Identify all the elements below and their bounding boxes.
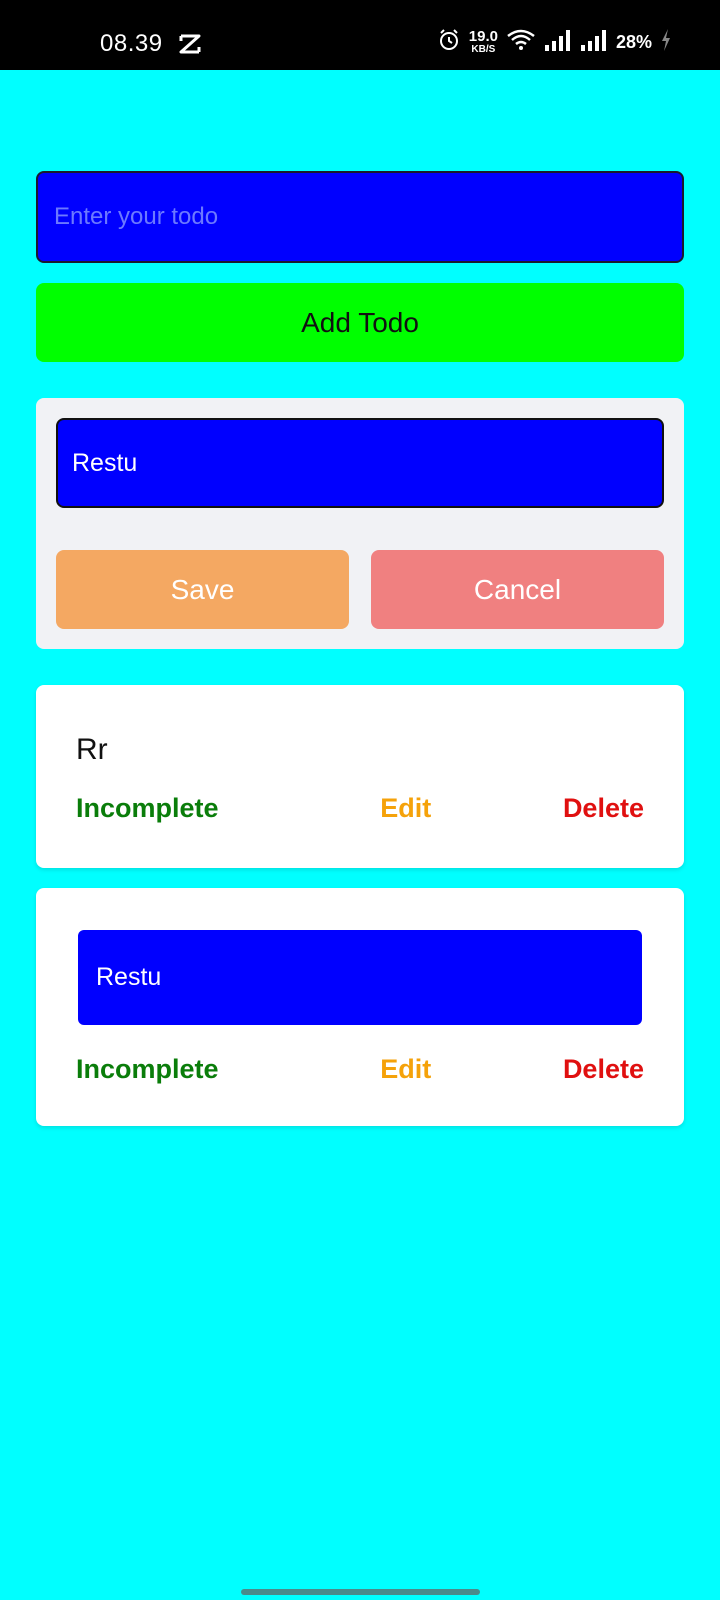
network-speed-value: 19.0 <box>468 28 498 45</box>
battery-level: 28% <box>615 31 652 52</box>
edit-button[interactable]: Edit <box>380 793 431 824</box>
delete-button[interactable]: Delete <box>563 793 644 824</box>
capcut-icon <box>178 33 202 55</box>
add-todo-button[interactable]: Add Todo <box>36 283 684 362</box>
cancel-button[interactable]: Cancel <box>371 550 664 629</box>
signal-icon <box>580 29 608 56</box>
todo-edit-input[interactable] <box>78 930 642 1025</box>
incomplete-toggle[interactable]: Incomplete <box>76 1054 219 1085</box>
delete-button[interactable]: Delete <box>563 1054 644 1085</box>
network-speed: 19.0 KB/S <box>469 29 498 55</box>
signal-icon <box>544 29 572 56</box>
edit-todo-input[interactable] <box>56 418 664 508</box>
edit-panel: Save Cancel <box>36 398 684 649</box>
todo-input[interactable] <box>36 171 684 263</box>
todo-card: Rr Incomplete Edit Delete <box>36 685 684 868</box>
save-button[interactable]: Save <box>56 550 349 629</box>
status-icons: 19.0 KB/S 28% <box>437 28 672 56</box>
home-indicator[interactable] <box>241 1589 480 1595</box>
edit-button[interactable]: Edit <box>380 1054 431 1085</box>
todo-actions: Incomplete Edit Delete <box>76 793 644 824</box>
todo-actions: Incomplete Edit Delete <box>76 1054 644 1085</box>
charging-icon <box>660 28 672 57</box>
incomplete-toggle[interactable]: Incomplete <box>76 793 219 824</box>
todo-text: Rr <box>76 733 108 766</box>
alarm-icon <box>437 28 461 57</box>
status-time: 08.39 <box>100 30 163 57</box>
wifi-icon <box>506 28 536 57</box>
network-speed-unit: KB/S <box>471 44 496 55</box>
todo-card: Incomplete Edit Delete <box>36 888 684 1126</box>
status-bar: 08.39 19.0 KB/S 28% <box>0 0 720 70</box>
